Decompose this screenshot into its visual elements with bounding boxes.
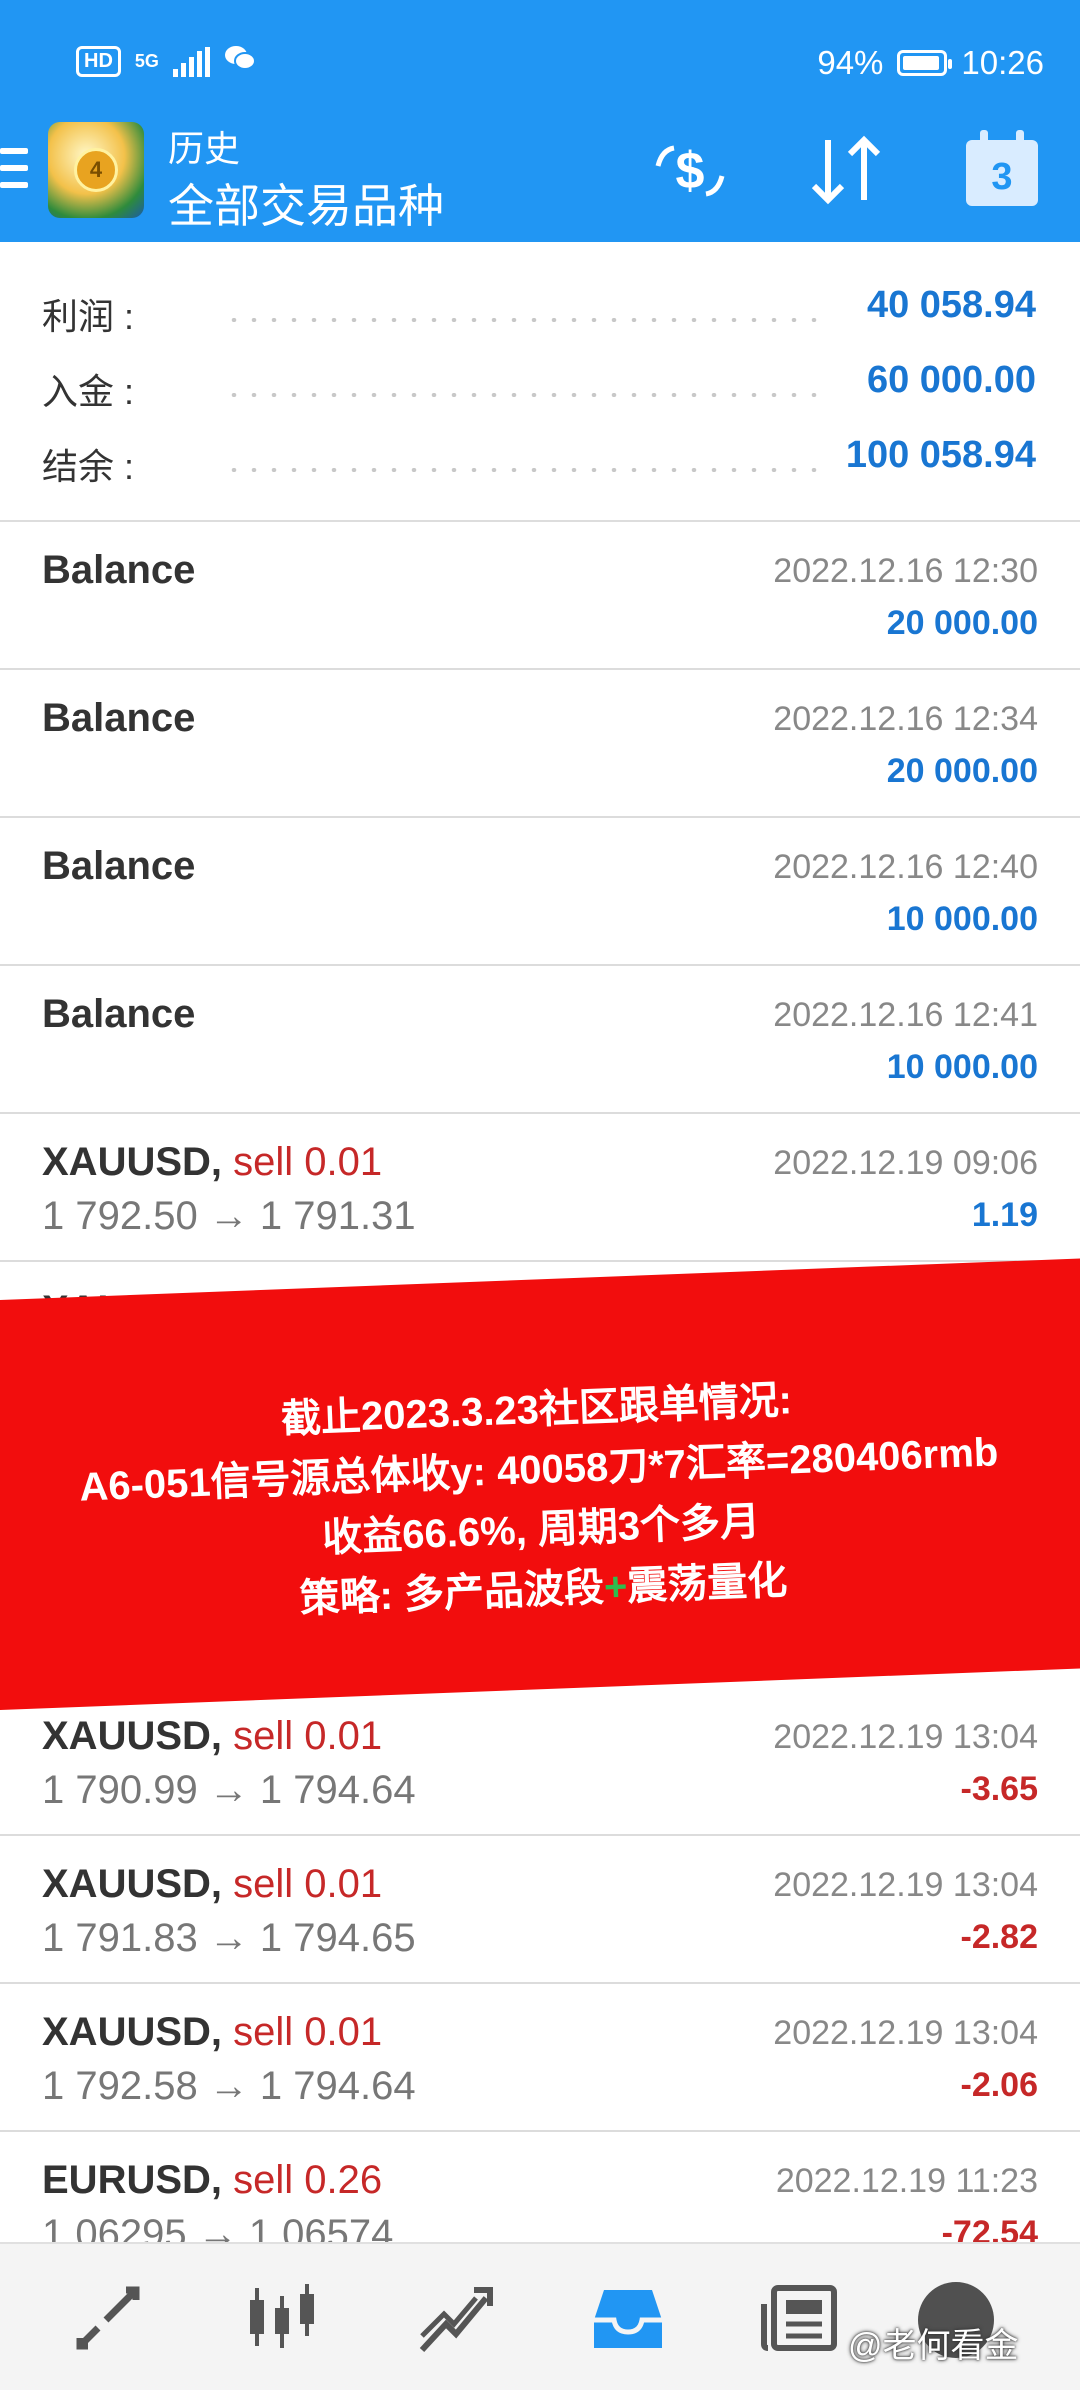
deal-row[interactable]: XAUUSD, sell 0.01 1 792.58 → 1 794.64 20… (0, 1984, 1080, 2132)
summary-row-profit: 利润 : 40 058.94 (0, 282, 1080, 342)
battery-percent: 94% (817, 44, 884, 81)
app-header: HD 5G 94% 10:26 4 历史 全部交易品种 $ 3 (0, 0, 1080, 242)
svg-text:$: $ (676, 142, 705, 200)
dotted-leader (224, 393, 820, 397)
deal-row[interactable]: Balance 2022.12.16 12:34 20 000.00 (0, 670, 1080, 818)
deal-row[interactable]: XAUUSD, sell 0.01 1 792.50 → 1 791.31 20… (0, 1114, 1080, 1262)
deal-symbol: XAUUSD, sell 0.01 (42, 1862, 383, 1906)
deal-row[interactable]: XAUUSD, sell 0.01 1 791.83 → 1 794.65 20… (0, 1836, 1080, 1984)
page-title: 历史 (168, 128, 241, 169)
deal-time: 2022.12.19 13:04 (773, 2014, 1038, 2052)
quotes-icon[interactable] (70, 2280, 150, 2356)
trade-icon[interactable] (416, 2280, 496, 2356)
deal-symbol: Balance (42, 696, 196, 740)
summary-value: 60 000.00 (866, 359, 1036, 401)
deal-time: 2022.12.19 13:04 (773, 1718, 1038, 1756)
deal-time: 2022.12.16 12:41 (773, 996, 1038, 1034)
deal-symbol: XAUUSD, sell 0.01 (42, 1714, 383, 1758)
summary-value: 100 058.94 (845, 434, 1036, 476)
deal-symbol: Balance (42, 844, 196, 888)
watermark: @老何看金 (848, 2327, 1019, 2365)
deal-time: 2022.12.19 11:23 (775, 2162, 1038, 2200)
wechat-icon (224, 44, 256, 79)
summary-row-balance: 结余 : 100 058.94 (0, 432, 1080, 492)
deal-symbol: Balance (42, 548, 196, 592)
deal-row[interactable]: Balance 2022.12.16 12:30 20 000.00 (0, 522, 1080, 670)
chart-icon[interactable] (242, 2280, 322, 2356)
summary-label: 入金 : (42, 371, 135, 412)
deal-time: 2022.12.19 09:06 (773, 1144, 1038, 1182)
dollar-exchange-icon[interactable]: $ (648, 136, 732, 206)
history-icon[interactable] (588, 2280, 668, 2356)
status-left: HD 5G (76, 44, 256, 79)
sort-icon[interactable] (806, 132, 886, 208)
deal-time: 2022.12.19 13:04 (773, 1866, 1038, 1904)
app-logo: 4 (48, 122, 144, 218)
deal-amount: -2.06 (960, 2066, 1039, 2104)
deal-time: 2022.12.16 12:34 (773, 700, 1038, 738)
deal-symbol: XAUUSD, sell 0.01 (42, 2010, 383, 2054)
deal-prices: 1 790.99 → 1 794.64 (42, 1768, 416, 1812)
deal-amount: 20 000.00 (886, 752, 1038, 790)
promo-banner-text: 截止2023.3.23社区跟单情况: A6-051信号源总体收y: 40058刀… (0, 1359, 1080, 1640)
dotted-leader (224, 318, 820, 322)
deal-type: sell 0.26 (233, 2158, 383, 2202)
clock: 10:26 (961, 44, 1044, 81)
deal-amount: 20 000.00 (886, 604, 1038, 642)
deal-prices: 1 791.83 → 1 794.65 (42, 1916, 416, 1960)
calendar-day: 3 (966, 140, 1038, 206)
deal-symbol: Balance (42, 992, 196, 1036)
deal-time: 2022.12.16 12:40 (773, 848, 1038, 886)
deal-amount: 1.19 (971, 1196, 1038, 1234)
deal-row[interactable]: XAUUSD, sell 0.01 1 790.99 → 1 794.64 20… (0, 1688, 1080, 1836)
deal-prices: 1 792.50 → 1 791.31 (42, 1194, 416, 1238)
deal-type: sell 0.01 (233, 1140, 383, 1184)
deal-symbol: XAUUSD, sell 0.01 (42, 1140, 383, 1184)
dotted-leader (224, 468, 820, 472)
deal-prices: 1 792.58 → 1 794.64 (42, 2064, 416, 2108)
summary-value: 40 058.94 (866, 284, 1036, 326)
plus-sign: + (603, 1564, 629, 1610)
summary-row-deposit: 入金 : 60 000.00 (0, 357, 1080, 417)
deal-amount: -3.65 (960, 1770, 1039, 1808)
deal-row[interactable]: Balance 2022.12.16 12:40 10 000.00 (0, 818, 1080, 966)
deal-type: sell 0.01 (233, 2010, 383, 2054)
summary-label: 结余 : (42, 446, 135, 487)
deal-amount: -2.82 (960, 1918, 1039, 1956)
deal-amount: 10 000.00 (886, 1048, 1038, 1086)
bottom-nav (0, 2242, 1080, 2390)
status-right: 94% 10:26 (817, 44, 1044, 82)
symbol-filter[interactable]: 全部交易品种 (168, 170, 444, 236)
signal-icon (172, 46, 210, 77)
battery-fill (903, 56, 940, 70)
deal-type: sell 0.01 (233, 1714, 383, 1758)
deal-type: sell 0.01 (233, 1862, 383, 1906)
status-bar: HD 5G 94% 10:26 (0, 0, 1080, 120)
menu-icon[interactable] (0, 148, 28, 194)
summary-label: 利润 : (42, 296, 135, 337)
deal-time: 2022.12.16 12:30 (773, 552, 1038, 590)
network-label: 5G (134, 51, 159, 71)
deal-symbol: EURUSD, sell 0.26 (42, 2158, 383, 2202)
hd-badge: HD (76, 46, 121, 77)
news-icon[interactable] (760, 2280, 840, 2356)
deal-amount: 10 000.00 (886, 900, 1038, 938)
battery-icon (897, 50, 953, 76)
history-summary: 利润 : 40 058.94 入金 : 60 000.00 结余 : 100 0… (0, 242, 1080, 522)
calendar-icon[interactable]: 3 (966, 130, 1038, 206)
deal-row[interactable]: Balance 2022.12.16 12:41 10 000.00 (0, 966, 1080, 1114)
